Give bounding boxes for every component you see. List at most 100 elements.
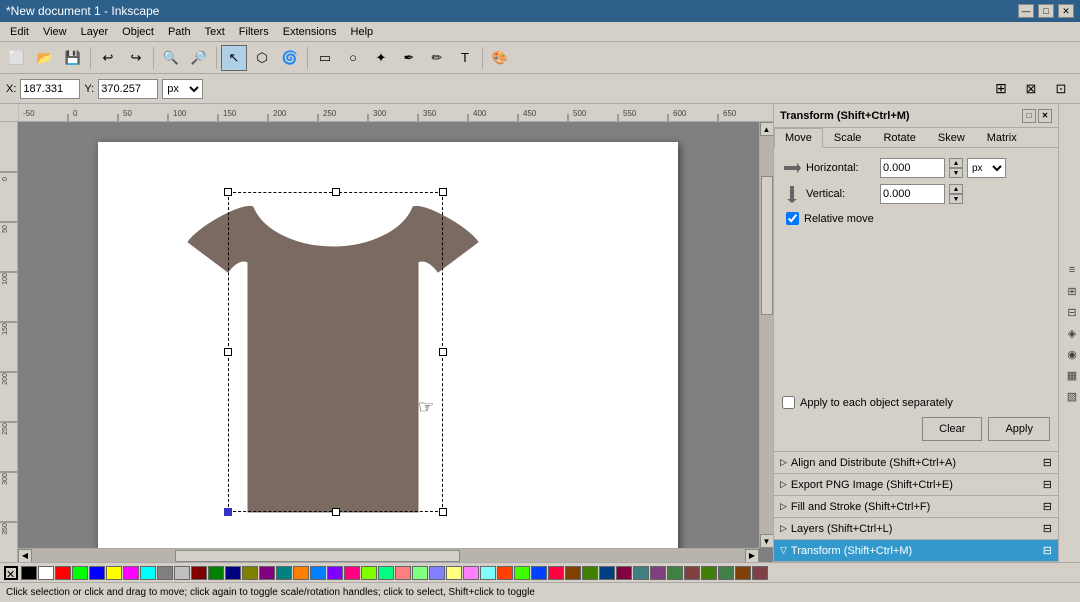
zoom-out-button[interactable]: 🔎 [186, 45, 212, 71]
palette-color-36[interactable] [633, 566, 649, 580]
vertical-input[interactable] [880, 184, 945, 204]
panel-float-button[interactable]: □ [1022, 109, 1036, 123]
palette-color-2[interactable] [55, 566, 71, 580]
horizontal-input[interactable] [880, 158, 945, 178]
h-scroll-right[interactable]: ▶ [745, 549, 759, 563]
palette-color-32[interactable] [565, 566, 581, 580]
palette-color-5[interactable] [106, 566, 122, 580]
palette-color-20[interactable] [361, 566, 377, 580]
palette-color-7[interactable] [140, 566, 156, 580]
rect-tool[interactable]: ▭ [312, 45, 338, 71]
palette-color-1[interactable] [38, 566, 54, 580]
palette-color-8[interactable] [157, 566, 173, 580]
palette-color-4[interactable] [89, 566, 105, 580]
horizontal-unit-select[interactable]: px mm cm in pt [967, 158, 1006, 178]
snap2-button[interactable]: ⊠ [1018, 76, 1044, 102]
canvas-area[interactable]: ☞ ◀ ▶ ▲ ▼ [18, 122, 773, 562]
zoom-in-button[interactable]: 🔍 [158, 45, 184, 71]
palette-color-3[interactable] [72, 566, 88, 580]
tab-skew[interactable]: Skew [927, 128, 976, 147]
h-scroll-track[interactable] [32, 549, 745, 563]
ellipse-tool[interactable]: ○ [340, 45, 366, 71]
menu-layer[interactable]: Layer [75, 24, 115, 40]
h-scroll-left[interactable]: ◀ [18, 549, 32, 563]
undo-button[interactable]: ↩ [95, 45, 121, 71]
palette-color-37[interactable] [650, 566, 666, 580]
pencil-tool[interactable]: ✏ [424, 45, 450, 71]
panel-transform[interactable]: ▽ Transform (Shift+Ctrl+M) ⊟ [774, 540, 1058, 562]
tab-rotate[interactable]: Rotate [872, 128, 926, 147]
arrange-icon[interactable]: ≡ [1063, 261, 1080, 279]
palette-color-13[interactable] [242, 566, 258, 580]
fill2-icon[interactable]: ◈ [1063, 324, 1080, 342]
palette-color-29[interactable] [514, 566, 530, 580]
redo-button[interactable]: ↪ [123, 45, 149, 71]
palette-color-0[interactable] [21, 566, 37, 580]
palette-color-40[interactable] [701, 566, 717, 580]
menu-filters[interactable]: Filters [233, 24, 275, 40]
palette-color-30[interactable] [531, 566, 547, 580]
palette-color-43[interactable] [752, 566, 768, 580]
fill-button[interactable]: 🎨 [487, 45, 513, 71]
palette-color-21[interactable] [378, 566, 394, 580]
palette-color-41[interactable] [718, 566, 734, 580]
v-scrollbar[interactable]: ▲ ▼ [759, 122, 773, 548]
panel-layers[interactable]: ▷ Layers (Shift+Ctrl+L) ⊟ [774, 518, 1058, 540]
apply-button[interactable]: Apply [988, 417, 1050, 441]
save-button[interactable]: 💾 [60, 45, 86, 71]
menu-help[interactable]: Help [345, 24, 380, 40]
panel-fill[interactable]: ▷ Fill and Stroke (Shift+Ctrl+F) ⊟ [774, 496, 1058, 518]
clip-icon[interactable]: ⊞ [1063, 282, 1080, 300]
snap-button[interactable]: ⊞ [988, 76, 1014, 102]
palette-color-6[interactable] [123, 566, 139, 580]
tab-matrix[interactable]: Matrix [976, 128, 1028, 147]
apply-each-label[interactable]: Apply to each object separately [800, 397, 953, 409]
palette-color-22[interactable] [395, 566, 411, 580]
palette-color-9[interactable] [174, 566, 190, 580]
palette-color-17[interactable] [310, 566, 326, 580]
panel-close-button[interactable]: ✕ [1038, 109, 1052, 123]
palette-color-19[interactable] [344, 566, 360, 580]
minimize-button[interactable]: — [1018, 4, 1034, 18]
menu-view[interactable]: View [37, 24, 73, 40]
horizontal-up-spinner[interactable]: ▲ [949, 158, 963, 168]
palette-color-24[interactable] [429, 566, 445, 580]
new-button[interactable]: ⬜ [4, 45, 30, 71]
pen-tool[interactable]: ✒ [396, 45, 422, 71]
palette-color-25[interactable] [446, 566, 462, 580]
v-scroll-track[interactable] [760, 136, 774, 534]
palette-color-42[interactable] [735, 566, 751, 580]
v-scroll-down[interactable]: ▼ [760, 534, 774, 548]
unit-select[interactable]: px mm [162, 79, 203, 99]
relative-move-label[interactable]: Relative move [804, 213, 874, 225]
h-scrollbar[interactable]: ◀ ▶ [18, 548, 759, 562]
tab-move[interactable]: Move [774, 128, 823, 148]
menu-path[interactable]: Path [162, 24, 197, 40]
palette-color-16[interactable] [293, 566, 309, 580]
apply-each-checkbox[interactable] [782, 396, 795, 409]
palette-color-31[interactable] [548, 566, 564, 580]
v-scroll-thumb[interactable] [761, 176, 773, 315]
palette-color-15[interactable] [276, 566, 292, 580]
palette-color-39[interactable] [684, 566, 700, 580]
palette-color-38[interactable] [667, 566, 683, 580]
palette-color-14[interactable] [259, 566, 275, 580]
snap3-button[interactable]: ⊡ [1048, 76, 1074, 102]
clear-button[interactable]: Clear [922, 417, 982, 441]
y-input[interactable] [98, 79, 158, 99]
pattern-icon[interactable]: ▧ [1063, 387, 1080, 405]
tab-scale[interactable]: Scale [823, 128, 873, 147]
no-color-swatch[interactable]: ✕ [4, 566, 18, 580]
palette-color-10[interactable] [191, 566, 207, 580]
vertical-down-spinner[interactable]: ▼ [949, 194, 963, 204]
palette-color-34[interactable] [599, 566, 615, 580]
v-scroll-up[interactable]: ▲ [760, 122, 774, 136]
palette-color-12[interactable] [225, 566, 241, 580]
panel-align[interactable]: ▷ Align and Distribute (Shift+Ctrl+A) ⊟ [774, 452, 1058, 474]
menu-extensions[interactable]: Extensions [277, 24, 343, 40]
star-tool[interactable]: ✦ [368, 45, 394, 71]
tweak-tool[interactable]: 🌀 [277, 45, 303, 71]
palette-color-18[interactable] [327, 566, 343, 580]
x-input[interactable] [20, 79, 80, 99]
menu-edit[interactable]: Edit [4, 24, 35, 40]
